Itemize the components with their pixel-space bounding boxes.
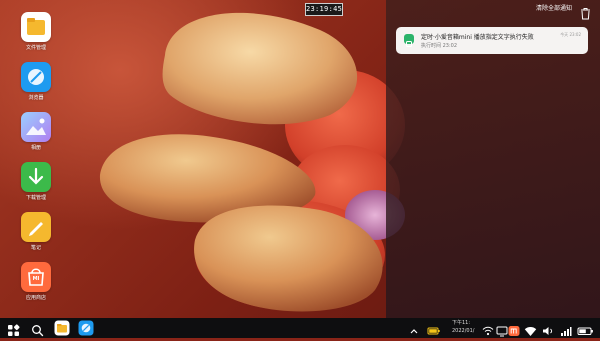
tray-clock-date: 2022/01/ (452, 328, 475, 334)
desktop-icon-label: 笔记 (30, 245, 41, 251)
tray-clock[interactable]: 下午11: 2022/01/ (452, 319, 474, 335)
notification-time: 今天 23:02 (560, 32, 581, 37)
notification-title: 定时·小爱音箱mini 播放指定文字执行失败 (421, 34, 534, 41)
folder-icon (21, 12, 51, 42)
desktop-icon-browser[interactable]: 浏览器 (18, 62, 54, 102)
tray-clock-time: 下午11: (452, 320, 471, 326)
search-icon[interactable] (31, 322, 44, 341)
screen-mirror-icon[interactable] (496, 322, 508, 337)
browser-icon (21, 62, 51, 92)
desktop-icon-file-manager[interactable]: 文件管理 (18, 12, 54, 52)
browser-icon[interactable] (78, 320, 94, 340)
desktop-clock-widget[interactable]: 23:19:45 (305, 3, 343, 16)
notes-icon (21, 212, 51, 242)
desktop-icon-label: 相册 (30, 145, 41, 151)
wifi-icon[interactable] (524, 322, 537, 336)
start-icon[interactable] (7, 322, 20, 341)
chevron-up-icon[interactable] (409, 322, 419, 334)
mi-badge-icon[interactable] (508, 322, 520, 336)
download-icon (21, 162, 51, 192)
desktop-icon-notes[interactable]: 笔记 (18, 212, 54, 252)
desktop-icon-download-manager[interactable]: 下载管理 (18, 162, 54, 202)
cellular-signal-icon[interactable] (560, 322, 572, 336)
desktop-icon-label: 文件管理 (25, 45, 46, 51)
desktop-icon-label: 下载管理 (25, 195, 46, 201)
file-manager-icon[interactable] (54, 320, 70, 340)
battery-status-icon[interactable] (577, 322, 594, 335)
notification-subtitle: 执行时间 23:02 (421, 43, 457, 49)
trash-icon[interactable] (579, 5, 592, 20)
desktop-icon-gallery[interactable]: 相册 (18, 112, 54, 152)
desktop-icon-label: 浏览器 (28, 95, 44, 101)
volume-icon[interactable] (542, 322, 555, 335)
gallery-icon (21, 112, 51, 142)
battery-icon[interactable] (427, 322, 441, 335)
notification-card[interactable]: 定时·小爱音箱mini 播放指定文字执行失败 执行时间 23:02 今天 23:… (396, 27, 588, 54)
clear-all-notifications-link[interactable]: 清除全部通知 (536, 3, 572, 12)
network-icon[interactable] (482, 322, 494, 336)
app-store-icon: MI (21, 262, 51, 292)
xiaoai-app-icon (404, 34, 414, 47)
desktop-icon-label: 应用商店 (25, 295, 46, 301)
taskbar: 下午11: 2022/01/ (0, 318, 600, 338)
desktop-icon-app-store[interactable]: MI 应用商店 (18, 262, 54, 302)
app-store-glyph: MI (32, 276, 40, 282)
